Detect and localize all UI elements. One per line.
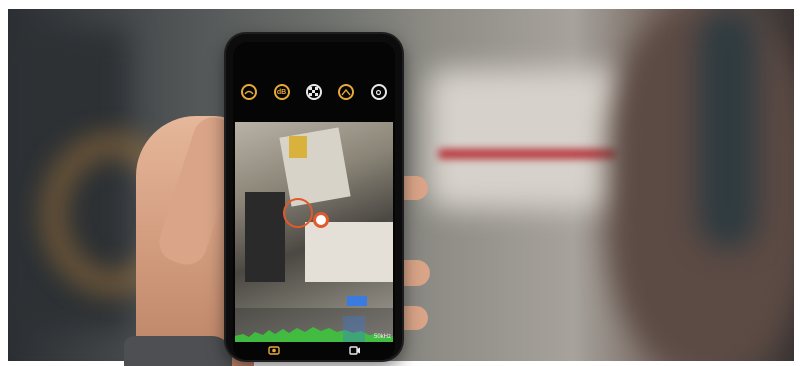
vf-white-base — [305, 222, 393, 282]
sleeve — [124, 336, 232, 366]
camera-bottom-bar — [233, 342, 395, 360]
phone: dB 50kHz — [226, 34, 402, 360]
vf-yellow-part — [289, 136, 307, 158]
video-mode-icon[interactable] — [348, 342, 361, 360]
vf-orange-ring — [283, 198, 313, 228]
sound-source-marker — [313, 212, 329, 228]
frequency-spectrum[interactable]: 50kHz — [235, 308, 393, 342]
pattern-icon[interactable] — [305, 84, 322, 100]
bg-white-machine — [428, 69, 628, 209]
vf-dark-frame — [245, 192, 285, 282]
gauge-icon[interactable] — [338, 84, 355, 100]
bg-red-stripe — [438, 149, 618, 159]
settings-icon[interactable] — [370, 84, 387, 100]
frequency-label: 50kHz — [373, 334, 391, 340]
camera-toolbar: dB — [233, 72, 395, 112]
vf-blue-spot — [347, 296, 367, 306]
camera-viewfinder[interactable]: 50kHz — [235, 122, 393, 342]
decibel-icon[interactable]: dB — [273, 84, 290, 100]
bg-headphones — [698, 9, 758, 249]
leak-icon[interactable] — [241, 84, 258, 100]
camera-mode-icon[interactable] — [267, 342, 280, 360]
phone-screen: dB 50kHz — [233, 42, 395, 360]
